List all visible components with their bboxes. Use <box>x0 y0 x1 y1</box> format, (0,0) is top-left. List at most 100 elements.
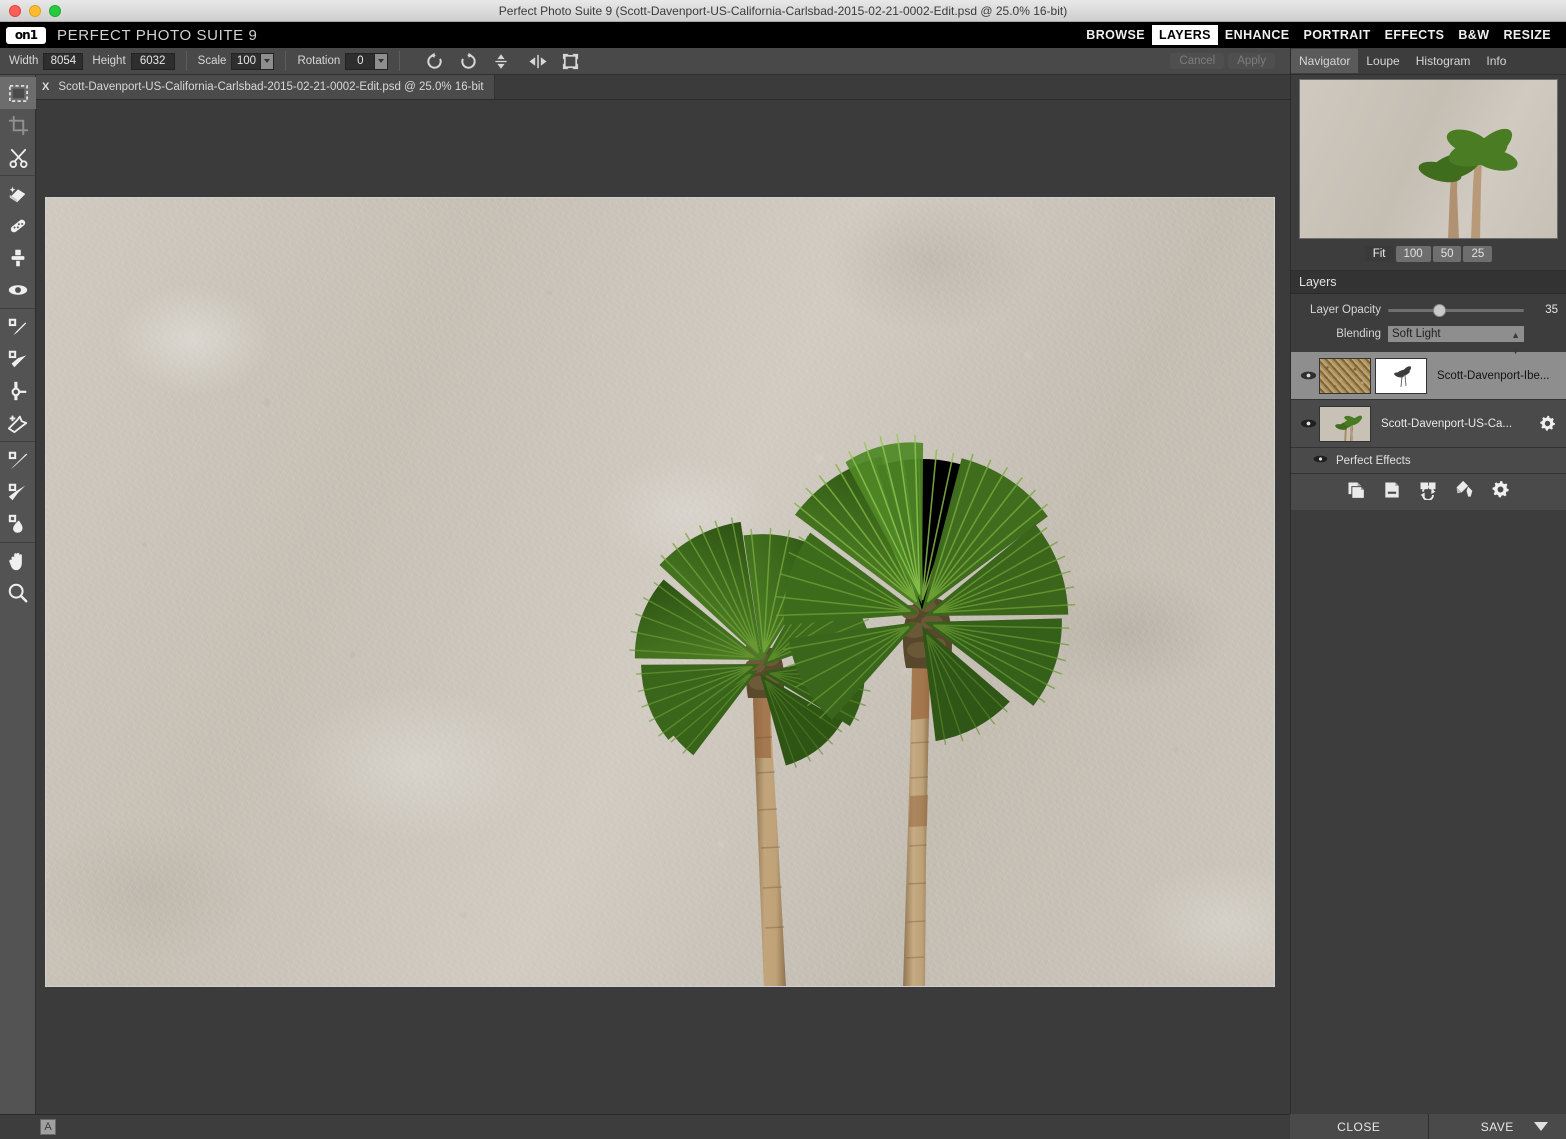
on1-logo-icon: on1 <box>6 26 46 44</box>
window-title: Perfect Photo Suite 9 (Scott-Davenport-U… <box>498 3 1068 18</box>
module-tab-layers[interactable]: LAYERS <box>1151 25 1218 45</box>
navigator-zoom-buttons: Fit 100 50 25 <box>1291 239 1566 271</box>
layer-thumbnail[interactable] <box>1319 357 1371 394</box>
layer-visibility-toggle[interactable] <box>1297 418 1319 429</box>
layer-effects-row[interactable]: Perfect Effects <box>1291 448 1566 474</box>
app-menubar: on1 PERFECT PHOTO SUITE 9 BROWSE LAYERS … <box>0 22 1566 48</box>
adjustment-brush-tool[interactable] <box>0 444 36 476</box>
photo-canvas[interactable] <box>45 197 1275 987</box>
rotate-ccw-icon[interactable] <box>425 52 444 71</box>
table-row[interactable]: Scott-Davenport-Ibe... <box>1291 352 1566 400</box>
tab-navigator[interactable]: Navigator <box>1291 49 1359 73</box>
perfect-eraser-tool[interactable] <box>0 210 36 242</box>
height-input[interactable]: 6032 <box>130 52 175 70</box>
right-panel: Navigator Loupe Histogram Info Fit 100 5… <box>1290 48 1566 1139</box>
chevron-down-icon[interactable] <box>1534 1122 1548 1131</box>
zoom-tool[interactable] <box>0 577 36 609</box>
chisel-tool[interactable] <box>0 407 36 439</box>
application-window: Perfect Photo Suite 9 (Scott-Davenport-U… <box>0 0 1566 1139</box>
flip-vertical-icon[interactable] <box>493 52 512 71</box>
palms-layer-preview <box>1320 406 1370 441</box>
window-titlebar: Perfect Photo Suite 9 (Scott-Davenport-U… <box>0 0 1566 22</box>
red-eye-tool[interactable] <box>0 274 36 306</box>
module-tab-enhance[interactable]: ENHANCE <box>1218 25 1297 45</box>
document-tab[interactable]: X Scott-Davenport-US-California-Carlsbad… <box>36 75 495 99</box>
tab-histogram[interactable]: Histogram <box>1408 49 1479 73</box>
zoom-fit-button[interactable]: Fit <box>1364 246 1394 262</box>
module-tab-browse[interactable]: BROWSE <box>1079 25 1152 45</box>
gradient-mask-tool[interactable] <box>0 476 36 508</box>
layer-thumbnail[interactable] <box>1319 405 1371 442</box>
rotation-stepper[interactable]: 0 <box>345 52 389 70</box>
tool-strip <box>0 75 36 1114</box>
chevron-down-icon[interactable] <box>261 52 275 70</box>
hand-tool[interactable] <box>0 545 36 577</box>
save-label: SAVE <box>1480 1119 1514 1134</box>
zoom-25-button[interactable]: 25 <box>1463 246 1493 262</box>
navigator-thumbnail[interactable] <box>1299 79 1558 239</box>
rotation-label: Rotation <box>297 55 341 67</box>
divider <box>185 51 187 71</box>
delete-layer-icon[interactable] <box>1382 480 1402 505</box>
effects-label: Perfect Effects <box>1336 454 1411 467</box>
height-label: Height <box>92 55 126 67</box>
close-button[interactable]: CLOSE <box>1290 1114 1428 1139</box>
gear-icon <box>1539 415 1555 431</box>
layer-visibility-toggle[interactable] <box>1297 370 1319 381</box>
rotate-cw-icon[interactable] <box>459 52 478 71</box>
divider <box>399 51 401 71</box>
slider-knob[interactable] <box>1432 303 1446 317</box>
save-button[interactable]: SAVE <box>1427 1114 1566 1139</box>
rotation-input[interactable]: 0 <box>345 52 376 70</box>
clone-stamp-tool[interactable] <box>0 242 36 274</box>
tab-loupe[interactable]: Loupe <box>1358 49 1407 73</box>
zoom-50-button[interactable]: 50 <box>1432 246 1462 262</box>
trim-tool[interactable] <box>0 141 36 173</box>
width-input[interactable]: 8054 <box>43 52 84 70</box>
scale-label: Scale <box>197 55 227 67</box>
retouch-brush-tool[interactable] <box>0 178 36 210</box>
copy-layer-icon[interactable] <box>1346 480 1366 505</box>
paint-in-tool[interactable] <box>0 508 36 540</box>
mask-preview <box>1376 358 1426 393</box>
fit-expand-icon[interactable] <box>561 52 580 71</box>
chevron-down-icon[interactable] <box>375 52 389 70</box>
layer-name: Scott-Davenport-US-Ca... <box>1381 417 1513 430</box>
refine-brush-tool[interactable] <box>0 375 36 407</box>
layer-mask-thumbnail[interactable] <box>1375 357 1427 394</box>
module-tab-portrait[interactable]: PORTRAIT <box>1297 25 1378 45</box>
logo-text: on1 <box>14 28 38 42</box>
selection-tool[interactable] <box>0 77 36 109</box>
layer-action-buttons <box>1291 474 1566 510</box>
soft-proof-button[interactable]: A <box>40 1119 56 1135</box>
blending-mode-value: Soft Light <box>1392 328 1441 340</box>
layer-opacity-slider[interactable] <box>1388 303 1524 317</box>
tab-info[interactable]: Info <box>1478 49 1514 73</box>
module-tab-bw[interactable]: B&W <box>1451 25 1496 45</box>
masking-bug-tool[interactable] <box>0 343 36 375</box>
effects-visibility-toggle[interactable] <box>1313 454 1328 467</box>
apply-button[interactable]: Apply <box>1228 53 1275 69</box>
close-icon[interactable]: X <box>42 81 49 93</box>
blending-mode-select[interactable]: Soft Light ▲ ▼ <box>1388 326 1524 356</box>
flip-horizontal-icon[interactable] <box>527 52 547 71</box>
status-bar: A <box>0 1114 1290 1139</box>
crop-tool[interactable] <box>0 109 36 141</box>
layer-settings-icon[interactable] <box>1490 479 1511 505</box>
masking-brush-tool[interactable] <box>0 311 36 343</box>
table-row[interactable]: Scott-Davenport-US-Ca... <box>1291 400 1566 448</box>
layer-list: Scott-Davenport-Ibe... Scott-Davenport-U… <box>1291 352 1566 510</box>
chevron-updown-icon: ▲ ▼ <box>1511 330 1520 356</box>
cancel-button[interactable]: Cancel <box>1170 53 1225 69</box>
module-tab-effects[interactable]: EFFECTS <box>1378 25 1452 45</box>
module-tab-resize[interactable]: RESIZE <box>1496 25 1558 45</box>
tool-group-retouch <box>0 176 35 309</box>
scale-stepper[interactable]: 100 <box>231 52 275 70</box>
canvas-area[interactable] <box>36 100 1290 1114</box>
scale-input[interactable]: 100 <box>231 52 262 70</box>
layer-settings-button[interactable] <box>1534 414 1560 433</box>
texture-layer-preview <box>1320 358 1370 393</box>
zoom-100-button[interactable]: 100 <box>1395 246 1431 262</box>
mask-paint-icon[interactable] <box>1454 480 1474 505</box>
merge-layer-icon[interactable] <box>1418 480 1438 505</box>
